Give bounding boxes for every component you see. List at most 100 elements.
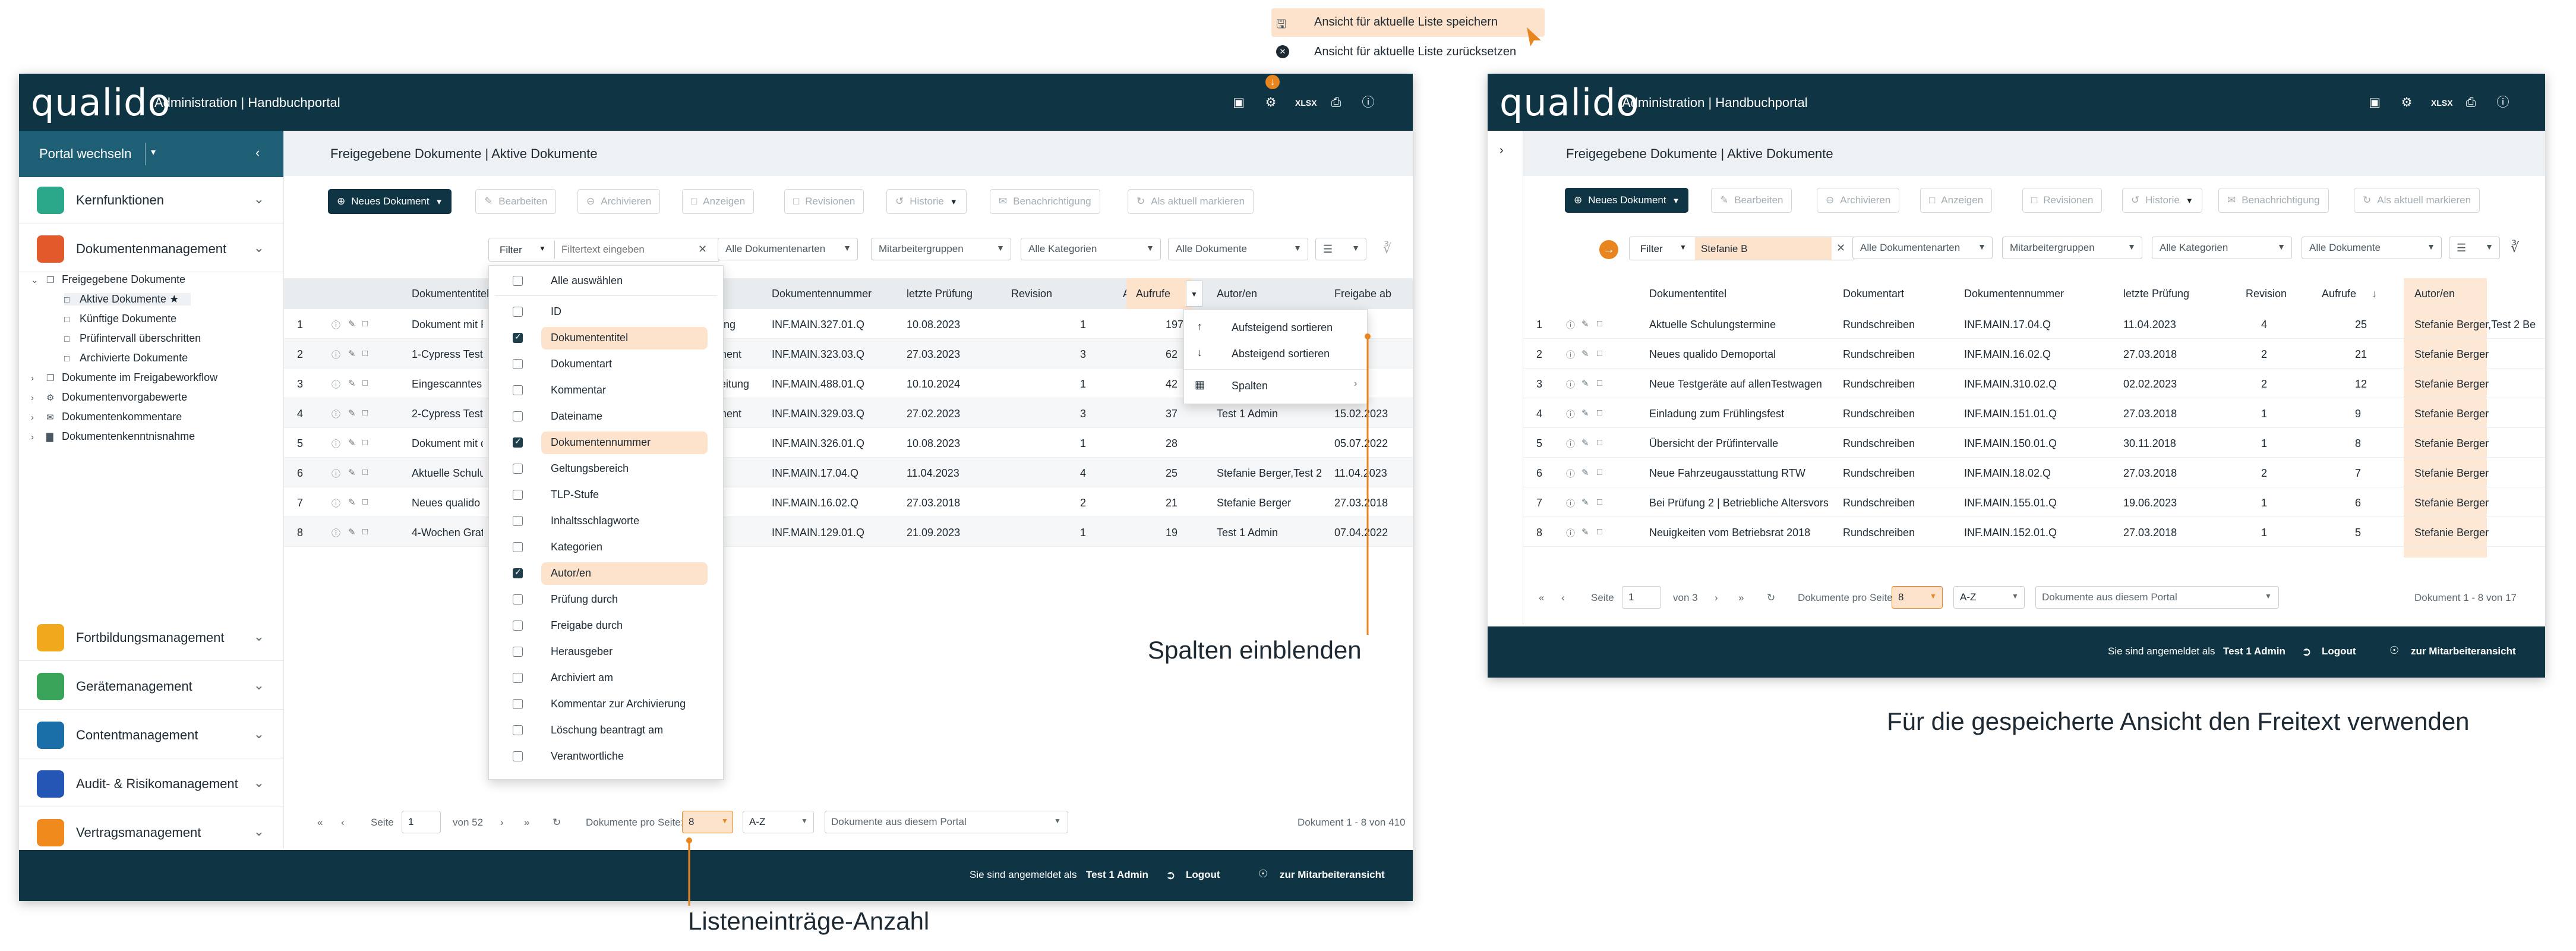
column-option[interactable]: Kategorien <box>489 534 723 560</box>
employee-view-link[interactable]: zur Mitarbeiteransicht <box>2411 645 2516 657</box>
checkbox[interactable] <box>513 490 523 500</box>
module-item[interactable]: Vertragsmanagement ⌄ <box>19 810 283 856</box>
xlsx-export-icon[interactable]: XLSX <box>1295 95 1317 111</box>
table-row[interactable]: ⓘ ✎ □ 3 Neue Testgeräte auf allenTestwagen Ru… <box>1523 369 2545 398</box>
document-icon[interactable]: □ <box>362 378 368 388</box>
info-icon[interactable]: ⓘ <box>1566 497 1575 509</box>
notification-button[interactable]: ✉ Benachrichtigung <box>990 189 1100 214</box>
edit-icon[interactable]: ✎ <box>1581 348 1589 359</box>
last-page-icon[interactable]: » <box>524 817 529 829</box>
info-icon[interactable]: ⓘ <box>1566 527 1575 539</box>
employee-view-link[interactable]: zur Mitarbeiteransicht <box>1280 869 1385 881</box>
edit-icon[interactable]: ✎ <box>348 319 356 329</box>
info-icon[interactable]: ⓘ <box>1566 319 1575 331</box>
table-row[interactable]: ⓘ ✎ □ 1 Aktuelle Schulungstermine Rundschreib… <box>1523 309 2545 339</box>
info-icon[interactable]: ⓘ <box>332 319 340 331</box>
info-icon[interactable]: ⓘ <box>332 467 340 480</box>
edit-icon[interactable]: ✎ <box>348 527 356 537</box>
categories-select[interactable]: Alle Kategorien ▼ <box>2152 237 2292 259</box>
checkbox[interactable] <box>513 647 523 657</box>
history-button[interactable]: ↺ Historie ▼ <box>886 189 967 214</box>
document-icon[interactable]: □ <box>1597 497 1602 507</box>
info-icon[interactable]: ⓘ <box>1566 378 1575 391</box>
column-option[interactable]: Inhaltsschlagworte <box>489 508 723 534</box>
edit-icon[interactable]: ✎ <box>348 437 356 448</box>
scope-select[interactable]: Dokumente aus diesem Portal <box>825 811 1068 833</box>
info-icon[interactable]: ⓘ <box>332 497 340 509</box>
views-header-label[interactable]: Aufrufe <box>1136 288 1170 300</box>
last-page-icon[interactable]: » <box>1738 592 1744 604</box>
edit-icon[interactable]: ✎ <box>1581 437 1589 448</box>
column-settings-button[interactable]: ☰ ▼ <box>2449 237 2500 259</box>
module-item[interactable]: Gerätemanagement ⌄ <box>19 663 283 710</box>
edit-icon[interactable]: ✎ <box>1581 527 1589 537</box>
checkbox[interactable] <box>513 464 523 474</box>
screen-capture-icon[interactable]: ▣ <box>1231 95 1246 111</box>
gear-icon[interactable]: ⚙ <box>1263 95 1278 111</box>
sort-asc-item[interactable]: ↑ Aufsteigend sortieren <box>1184 314 1368 341</box>
module-item[interactable]: Fortbildungsmanagement ⌄ <box>19 615 283 661</box>
filter-input[interactable] <box>561 242 680 257</box>
doc-types-select[interactable]: Alle Dokumentenarten ▼ <box>1852 237 1993 259</box>
first-page-icon[interactable]: « <box>317 817 323 829</box>
filter-label[interactable]: Filter <box>500 244 522 256</box>
archive-button[interactable]: ⊖ Archivieren <box>577 189 661 214</box>
tree-item[interactable]: □ Aktive Dokumente ★ <box>64 293 191 306</box>
logout-icon[interactable]: ➲ <box>1166 868 1176 883</box>
document-icon[interactable]: □ <box>362 527 368 537</box>
document-icon[interactable]: □ <box>362 348 368 358</box>
next-page-icon[interactable]: › <box>500 817 504 829</box>
table-row[interactable]: ⓘ ✎ □ 6 Neue Fahrzeugausstattung RTW Rundschr… <box>1523 458 2545 487</box>
table-row[interactable]: ⓘ ✎ □ 5 Übersicht der Prüfintervalle Rundschr… <box>1523 428 2545 458</box>
edit-icon[interactable]: ✎ <box>1581 319 1589 329</box>
filter-label[interactable]: Filter <box>1640 243 1663 255</box>
document-icon[interactable]: □ <box>362 497 368 507</box>
module-item[interactable]: Kernfunktionen ⌄ <box>19 177 283 223</box>
module-item[interactable]: Contentmanagement ⌄ <box>19 712 283 758</box>
screen-capture-icon[interactable]: ▣ <box>2367 95 2382 111</box>
document-icon[interactable]: □ <box>362 319 368 329</box>
info-icon[interactable]: ⓘ <box>332 437 340 450</box>
print-icon[interactable]: ⎙ <box>2463 95 2479 111</box>
expand-icon[interactable]: › <box>1499 144 1504 158</box>
edit-icon[interactable]: ✎ <box>348 467 356 478</box>
column-number[interactable]: Dokumentennummer <box>1964 288 2064 300</box>
logout-link[interactable]: Logout <box>1186 869 1220 881</box>
table-row[interactable]: ⓘ ✎ □ 7 Neues qualido D INF.MAIN.16.02.Q 27.03… <box>284 487 1413 517</box>
document-icon[interactable]: □ <box>362 408 368 418</box>
new-document-button[interactable]: ⊕ Neues Dokument ▼ <box>1565 188 1689 213</box>
edit-icon[interactable]: ✎ <box>348 497 356 508</box>
first-page-icon[interactable]: « <box>1539 592 1544 604</box>
document-icon[interactable]: □ <box>1597 378 1602 388</box>
column-type[interactable]: Dokumentart <box>1843 288 1904 300</box>
xlsx-export-icon[interactable]: XLSX <box>2431 95 2453 111</box>
column-title[interactable]: Dokumententitel <box>1649 288 1726 300</box>
column-settings-button[interactable]: ☰ ▼ <box>1315 238 1366 260</box>
show-button[interactable]: □ Anzeigen <box>1920 188 1993 213</box>
module-item[interactable]: Dokumentenmanagement ⌄ <box>19 226 283 272</box>
info-icon[interactable]: ⓘ <box>1566 467 1575 480</box>
edit-icon[interactable]: ✎ <box>1581 378 1589 389</box>
checkbox[interactable] <box>513 621 523 631</box>
page-input[interactable]: 1 <box>402 811 441 833</box>
checkbox[interactable] <box>513 699 523 709</box>
edit-icon[interactable]: ✎ <box>1581 497 1589 508</box>
checkbox[interactable] <box>513 751 523 761</box>
column-option[interactable]: Herausgeber <box>489 639 723 665</box>
column-number[interactable]: Dokumentennummer <box>772 288 872 300</box>
edit-button[interactable]: ✎ Bearbeiten <box>475 189 557 214</box>
column-option[interactable]: Prüfung durch <box>489 587 723 613</box>
edit-icon[interactable]: ✎ <box>348 348 356 359</box>
document-icon[interactable]: □ <box>362 467 368 477</box>
column-last-check[interactable]: letzte Prüfung <box>2123 288 2189 300</box>
checkbox[interactable] <box>513 332 523 343</box>
column-release[interactable]: Freigabe ab <box>1334 288 1391 300</box>
employee-view-icon[interactable]: ☉ <box>1258 868 1268 880</box>
clear-filter-icon[interactable]: ∛ <box>2511 240 2519 256</box>
info-icon[interactable]: ⓘ <box>332 527 340 539</box>
table-row[interactable]: ⓘ ✎ □ 2 Neues qualido Demoportal Rundschreibe… <box>1523 339 2545 369</box>
tree-item[interactable]: › ⚙ Dokumentenvorgabewerte <box>31 391 187 404</box>
help-icon[interactable]: ⓘ <box>1360 95 1376 111</box>
select-all-item[interactable]: Alle auswählen <box>489 268 723 294</box>
chevron-down-icon[interactable]: ▼ <box>539 244 546 253</box>
